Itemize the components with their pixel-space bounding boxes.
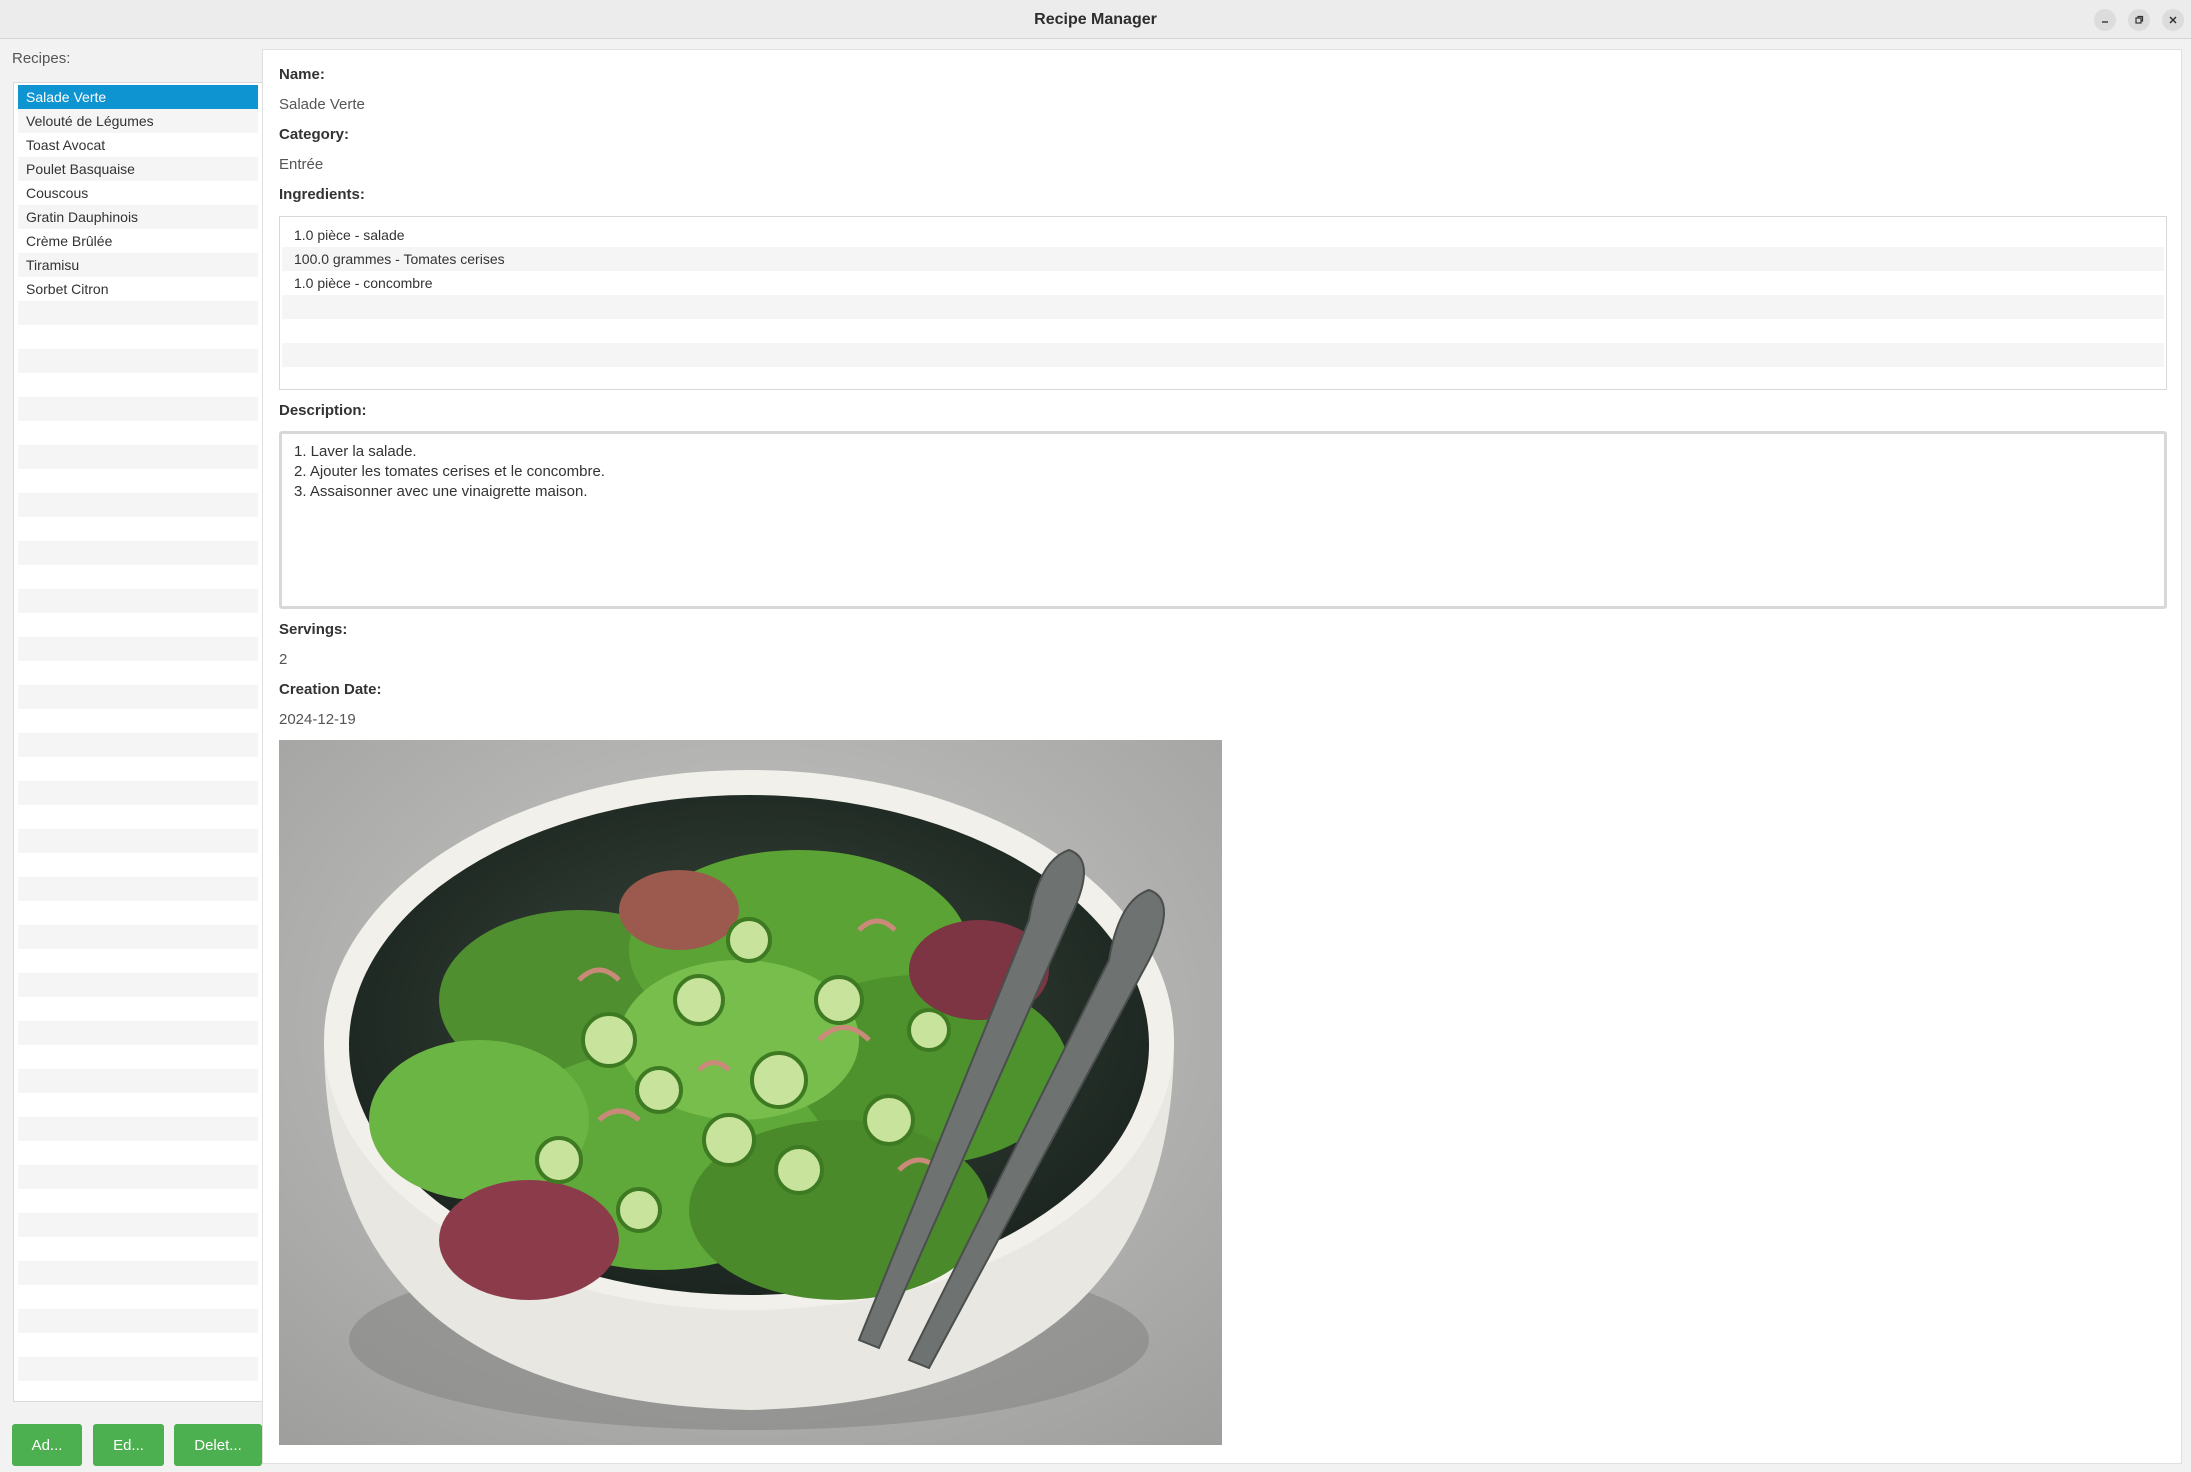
delete-button[interactable]: Delet... — [174, 1424, 262, 1466]
empty-list-row — [18, 493, 258, 517]
recipe-list-item[interactable]: Toast Avocat — [18, 133, 258, 157]
empty-list-row — [18, 469, 258, 493]
recipe-photo — [279, 740, 1222, 1445]
empty-list-row — [18, 781, 258, 805]
ingredient-item[interactable]: 100.0 grammes - Tomates cerises — [282, 247, 2164, 271]
empty-list-row — [18, 541, 258, 565]
empty-list-row — [18, 1117, 258, 1141]
recipe-list-item[interactable]: Crème Brûlée — [18, 229, 258, 253]
empty-list-row — [18, 757, 258, 781]
recipe-detail-panel: Name: Salade Verte Category: Entrée Ingr… — [262, 49, 2182, 1464]
empty-list-row — [18, 661, 258, 685]
minimize-icon[interactable] — [2094, 9, 2116, 31]
empty-list-row — [18, 445, 258, 469]
empty-list-row — [18, 637, 258, 661]
empty-list-row — [18, 1141, 258, 1165]
description-line: 1. Laver la salade. — [294, 443, 417, 460]
empty-list-row — [18, 1285, 258, 1309]
empty-list-row — [18, 877, 258, 901]
empty-list-row — [18, 421, 258, 445]
recipe-list-item[interactable]: Gratin Dauphinois — [18, 205, 258, 229]
empty-ingredient-row — [282, 295, 2164, 319]
empty-list-row — [18, 733, 258, 757]
empty-list-row — [18, 397, 258, 421]
empty-list-row — [18, 613, 258, 637]
recipe-list-item[interactable]: Sorbet Citron — [18, 277, 258, 301]
ingredient-item[interactable]: 1.0 pièce - salade — [282, 223, 2164, 247]
empty-list-row — [18, 1237, 258, 1261]
empty-list-row — [18, 1261, 258, 1285]
empty-list-row — [18, 709, 258, 733]
window-title: Recipe Manager — [1034, 11, 1157, 28]
ingredient-item[interactable]: 1.0 pièce - concombre — [282, 271, 2164, 295]
description-textarea[interactable]: 1. Laver la salade. 2. Ajouter les tomat… — [279, 431, 2167, 609]
ingredients-label: Ingredients: — [279, 186, 365, 203]
category-value: Entrée — [279, 156, 324, 173]
recipes-label: Recipes: — [12, 50, 71, 67]
empty-ingredient-row — [282, 343, 2164, 367]
empty-list-row — [18, 1165, 258, 1189]
empty-list-row — [18, 1069, 258, 1093]
empty-list-row — [18, 1093, 258, 1117]
empty-list-row — [18, 997, 258, 1021]
empty-list-row — [18, 301, 258, 325]
empty-list-row — [18, 925, 258, 949]
recipe-list-item[interactable]: Velouté de Légumes — [18, 109, 258, 133]
empty-list-row — [18, 829, 258, 853]
close-icon[interactable] — [2162, 9, 2184, 31]
empty-list-row — [18, 1333, 258, 1357]
recipe-list-item[interactable]: Poulet Basquaise — [18, 157, 258, 181]
empty-list-row — [18, 853, 258, 877]
creation-date-label: Creation Date: — [279, 681, 382, 698]
name-value: Salade Verte — [279, 96, 365, 113]
empty-list-row — [18, 805, 258, 829]
empty-list-row — [18, 1381, 258, 1401]
ingredients-list[interactable]: 1.0 pièce - salade 100.0 grammes - Tomat… — [279, 216, 2167, 390]
empty-list-row — [18, 1309, 258, 1333]
empty-list-row — [18, 589, 258, 613]
empty-list-row — [18, 973, 258, 997]
description-line: 3. Assaisonner avec une vinaigrette mais… — [294, 483, 588, 500]
title-bar: Recipe Manager — [0, 0, 2191, 39]
empty-ingredient-row — [282, 367, 2164, 389]
name-label: Name: — [279, 66, 325, 83]
recipe-list-item[interactable]: Salade Verte — [18, 85, 258, 109]
empty-list-row — [18, 901, 258, 925]
empty-list-row — [18, 517, 258, 541]
recipe-list[interactable]: Salade Verte Velouté de Légumes Toast Av… — [13, 82, 263, 1402]
empty-list-row — [18, 565, 258, 589]
empty-list-row — [18, 685, 258, 709]
recipe-list-item[interactable]: Couscous — [18, 181, 258, 205]
servings-label: Servings: — [279, 621, 348, 638]
empty-list-row — [18, 1021, 258, 1045]
empty-list-row — [18, 949, 258, 973]
empty-list-row — [18, 1357, 258, 1381]
empty-list-row — [18, 1189, 258, 1213]
category-label: Category: — [279, 126, 350, 143]
restore-icon[interactable] — [2128, 9, 2150, 31]
description-line: 2. Ajouter les tomates cerises et le con… — [294, 463, 605, 480]
creation-date-value: 2024-12-19 — [279, 711, 356, 728]
empty-ingredient-row — [282, 319, 2164, 343]
empty-list-row — [18, 1213, 258, 1237]
edit-button[interactable]: Ed... — [93, 1424, 164, 1466]
empty-list-row — [18, 325, 258, 349]
servings-value: 2 — [279, 651, 288, 668]
description-label: Description: — [279, 402, 367, 419]
empty-list-row — [18, 349, 258, 373]
empty-list-row — [18, 373, 258, 397]
add-button[interactable]: Ad... — [12, 1424, 82, 1466]
empty-list-row — [18, 1045, 258, 1069]
recipe-list-item[interactable]: Tiramisu — [18, 253, 258, 277]
